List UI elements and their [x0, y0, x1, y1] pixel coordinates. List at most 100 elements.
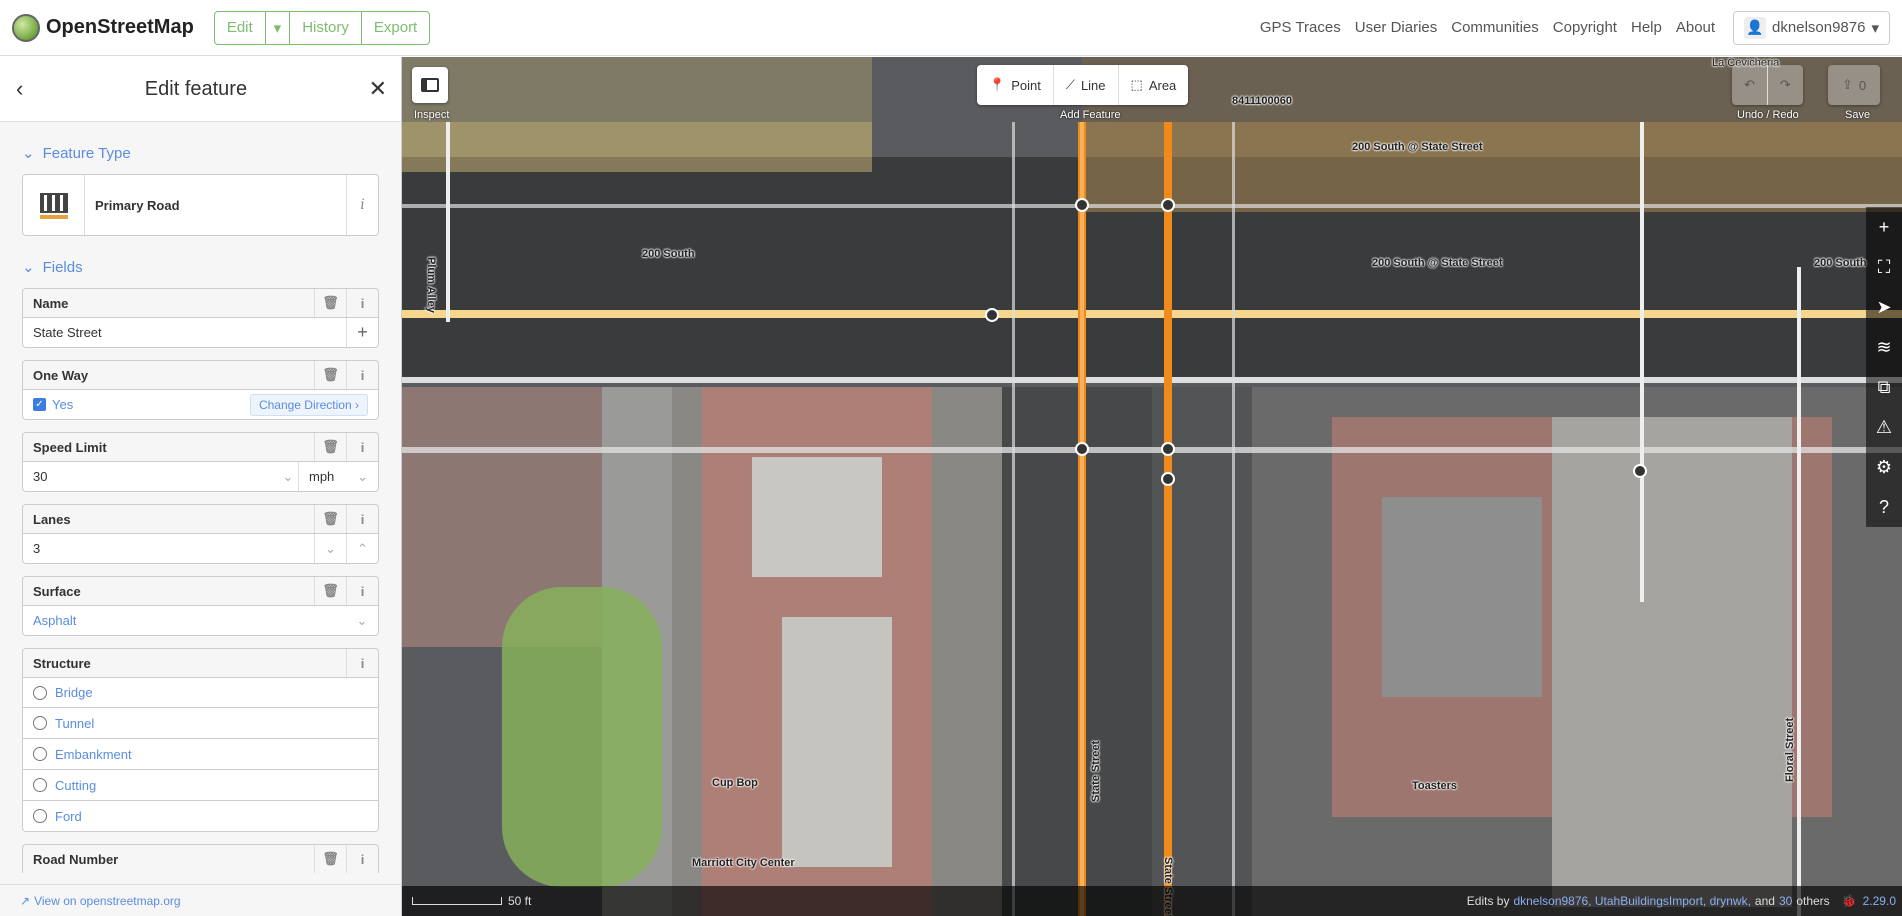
undo-button[interactable]: ↶: [1732, 65, 1768, 105]
app-name: OpenStreetMap: [46, 16, 194, 38]
nav-about[interactable]: About: [1676, 19, 1715, 36]
field-label: Surface: [33, 583, 81, 599]
speed-limit-field: Speed Limit 🗑 i 30 ⌄ mph ⌄: [22, 432, 379, 492]
poi-label-toasters: Toasters: [1412, 780, 1458, 792]
option-label: Ford: [55, 808, 82, 824]
trash-icon[interactable]: 🗑: [314, 845, 346, 873]
info-icon[interactable]: i: [346, 289, 378, 317]
save-button[interactable]: ⇪ 0: [1828, 65, 1880, 105]
view-on-osm-link[interactable]: View on openstreetmap.org: [34, 894, 181, 908]
zoom-to-selection-icon[interactable]: ⛶: [1878, 247, 1891, 287]
history-button[interactable]: History: [290, 11, 362, 44]
add-area-button[interactable]: ⬚ Area: [1119, 65, 1189, 105]
info-icon[interactable]: i: [346, 649, 378, 677]
feature-type-section-toggle[interactable]: ⌄ Feature Type: [0, 122, 401, 174]
field-label: Lanes: [33, 511, 71, 527]
speed-unit-select[interactable]: mph ⌄: [298, 462, 378, 491]
preferences-icon[interactable]: ⚙: [1876, 447, 1892, 487]
info-icon[interactable]: i: [346, 433, 378, 461]
nav-communities[interactable]: Communities: [1451, 19, 1539, 36]
attribution-users[interactable]: dknelson9876, UtahBuildingsImport, drynw…: [1513, 894, 1750, 908]
upload-icon: ⇪: [1842, 77, 1853, 92]
oneway-value: Yes: [52, 397, 74, 412]
preset-selector[interactable]: Primary Road i: [22, 174, 379, 236]
zoom-in-icon[interactable]: +: [1879, 207, 1890, 247]
issues-icon[interactable]: ⚠: [1876, 407, 1892, 447]
structure-option-bridge[interactable]: Bridge: [22, 677, 379, 708]
trash-icon[interactable]: 🗑: [314, 361, 346, 389]
info-icon[interactable]: i: [346, 845, 378, 873]
option-label: Bridge: [55, 685, 93, 700]
history-toolbar: ↶ ↷: [1732, 65, 1803, 105]
structure-option-ford[interactable]: Ford: [22, 801, 379, 832]
lanes-input[interactable]: 3: [23, 541, 314, 556]
surface-field: Surface 🗑 i Asphalt ⌄: [22, 576, 379, 636]
nav-user-diaries[interactable]: User Diaries: [1355, 19, 1438, 36]
map-canvas[interactable]: 200 South 200 South Plum Alley State Str…: [402, 57, 1902, 916]
field-label: One Way: [33, 367, 89, 383]
save-caption: Save: [1845, 109, 1871, 121]
name-input[interactable]: State Street: [23, 325, 346, 340]
add-line-button[interactable]: ⟋ Line: [1054, 65, 1119, 105]
add-localized-name-icon[interactable]: +: [346, 318, 378, 347]
map-data-icon[interactable]: ⧉: [1878, 367, 1891, 407]
inspect-toggle-button[interactable]: [412, 67, 448, 103]
structure-option-embankment[interactable]: Embankment: [22, 739, 379, 770]
attribution-count[interactable]: 30: [1779, 894, 1792, 908]
redo-button[interactable]: ↷: [1768, 65, 1803, 105]
street-label-plum-alley: Plum Alley: [425, 257, 437, 313]
preset-info-icon[interactable]: i: [346, 175, 378, 235]
point-label: Point: [1011, 77, 1041, 93]
trash-icon[interactable]: 🗑: [314, 505, 346, 533]
nav-gps-traces[interactable]: GPS Traces: [1260, 19, 1341, 36]
info-icon[interactable]: i: [346, 577, 378, 605]
radio-icon: [33, 747, 47, 761]
edit-button-group: Edit ▾ History Export: [213, 10, 431, 45]
info-icon[interactable]: i: [346, 505, 378, 533]
street-label-floral-street: Floral Street: [1784, 717, 1796, 782]
trash-icon[interactable]: 🗑: [314, 289, 346, 317]
aerial-imagery: [402, 57, 1902, 916]
surface-select[interactable]: Asphalt: [23, 613, 346, 628]
structure-option-tunnel[interactable]: Tunnel: [22, 708, 379, 739]
trash-icon[interactable]: 🗑: [314, 433, 346, 461]
trash-icon[interactable]: 🗑: [314, 577, 346, 605]
help-icon[interactable]: ?: [1879, 487, 1889, 527]
add-point-button[interactable]: 📍 Point: [977, 65, 1054, 105]
sidebar-footer: ↗ View on openstreetmap.org: [0, 884, 401, 916]
edit-button[interactable]: Edit: [215, 11, 266, 44]
decrement-icon[interactable]: ⌄: [314, 534, 346, 563]
layers-icon[interactable]: ≋: [1876, 327, 1891, 367]
sidebar-header: ‹ Edit feature ✕: [0, 57, 401, 122]
fields-section-toggle[interactable]: ⌄ Fields: [0, 236, 401, 288]
close-icon[interactable]: ✕: [369, 76, 387, 102]
back-chevron-icon[interactable]: ‹: [16, 76, 23, 102]
change-direction-button[interactable]: Change Direction ›: [249, 393, 368, 416]
increment-icon[interactable]: ⌃: [346, 534, 378, 563]
osm-logo[interactable]: OpenStreetMap: [12, 13, 194, 42]
user-menu-button[interactable]: 👤 dknelson9876 ▾: [1733, 10, 1890, 45]
chevron-down-icon: ⌄: [22, 145, 35, 162]
change-direction-label: Change Direction: [258, 397, 352, 412]
save-toolbar: ⇪ 0: [1828, 65, 1881, 105]
oneway-checkbox[interactable]: ✓: [33, 398, 46, 411]
speed-limit-input[interactable]: 30: [23, 469, 278, 484]
bug-icon[interactable]: 🐞: [1842, 894, 1857, 908]
undo-icon: ↶: [1744, 77, 1755, 92]
info-icon[interactable]: i: [346, 361, 378, 389]
edit-dropdown-caret-icon[interactable]: ▾: [266, 11, 291, 44]
pin-icon: 📍: [989, 77, 1006, 92]
geolocate-icon[interactable]: ➤: [1876, 287, 1891, 327]
option-label: Tunnel: [55, 715, 95, 731]
nav-help[interactable]: Help: [1631, 19, 1662, 36]
chevron-down-icon[interactable]: ⌄: [346, 606, 378, 635]
structure-option-cutting[interactable]: Cutting: [22, 770, 379, 801]
fields-heading: Fields: [42, 258, 83, 276]
version-label[interactable]: 2.29.0: [1863, 894, 1896, 908]
chevron-down-icon[interactable]: ⌄: [278, 462, 298, 491]
nav-copyright[interactable]: Copyright: [1553, 19, 1617, 36]
attribution-and: and: [1754, 894, 1775, 908]
field-label: Structure: [33, 655, 91, 671]
export-button[interactable]: Export: [362, 12, 429, 44]
save-count: 0: [1858, 77, 1867, 93]
